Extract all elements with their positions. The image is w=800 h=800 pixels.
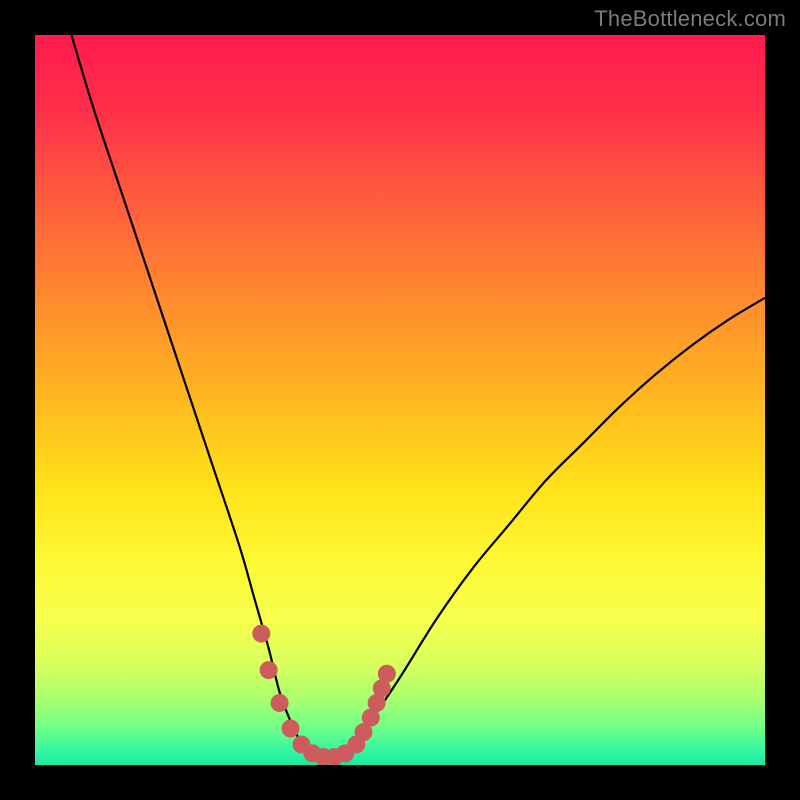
- highlight-dot: [271, 694, 289, 712]
- highlight-dot: [260, 661, 278, 679]
- highlight-dot: [252, 625, 270, 643]
- outer-frame: TheBottleneck.com: [0, 0, 800, 800]
- plot-area: [35, 35, 765, 765]
- watermark-text: TheBottleneck.com: [594, 6, 786, 32]
- chart-svg: [35, 35, 765, 765]
- highlight-dot: [378, 665, 396, 683]
- highlight-dot: [282, 720, 300, 738]
- gradient-background: [35, 35, 765, 765]
